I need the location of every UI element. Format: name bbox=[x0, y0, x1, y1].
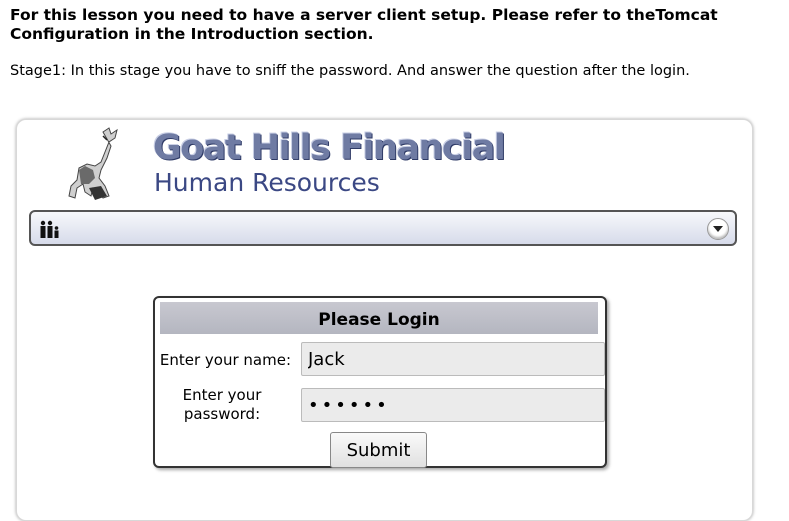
name-label: Enter your name: bbox=[159, 351, 291, 369]
stage-description: Stage1: In this stage you have to sniff … bbox=[10, 63, 690, 79]
login-form: Please Login Enter your name: Enter your… bbox=[153, 296, 607, 468]
password-input[interactable] bbox=[301, 388, 605, 422]
chevron-down-icon[interactable] bbox=[707, 218, 729, 240]
app-logo-title: Goat Hills Financial bbox=[153, 128, 506, 168]
navigation-bar[interactable] bbox=[29, 210, 737, 246]
lesson-instructions: For this lesson you need to have a serve… bbox=[10, 6, 718, 43]
app-panel: Goat Hills Financial Human Resources Ple… bbox=[16, 119, 753, 521]
submit-button[interactable]: Submit bbox=[330, 432, 427, 468]
password-label: Enter your password: bbox=[182, 386, 262, 423]
login-heading: Please Login bbox=[160, 302, 598, 334]
people-icon bbox=[40, 220, 59, 238]
name-input[interactable] bbox=[301, 342, 605, 376]
goat-logo-icon bbox=[68, 127, 118, 200]
app-logo-subtitle: Human Resources bbox=[154, 168, 380, 197]
